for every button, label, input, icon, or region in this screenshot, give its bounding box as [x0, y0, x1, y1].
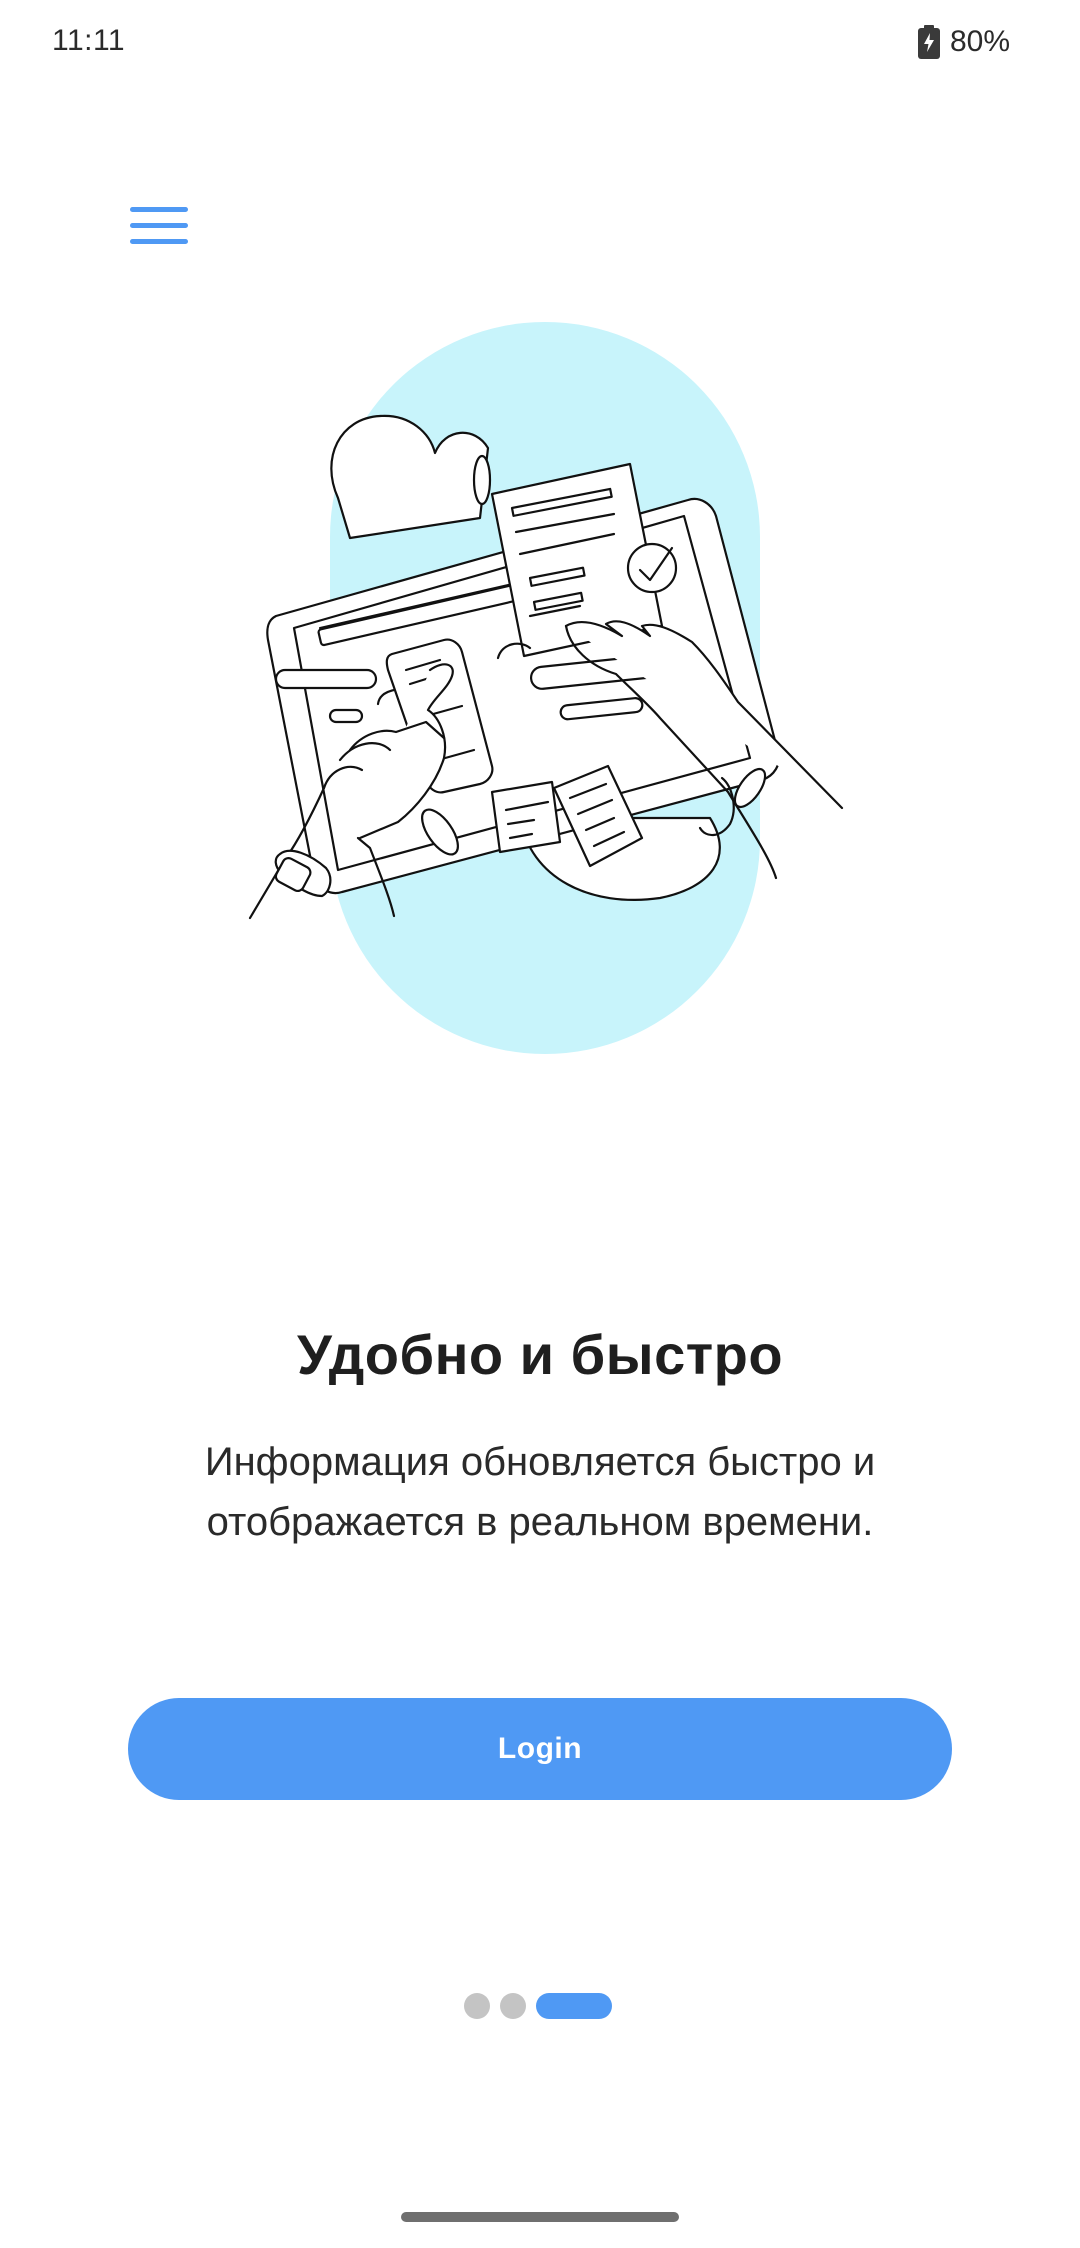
battery-charging-icon [917, 25, 940, 59]
page-dot-3-active[interactable] [536, 1993, 612, 2019]
battery-status: 80% [917, 24, 1010, 60]
login-button[interactable]: Login [128, 1698, 952, 1800]
hands-with-documents-illustration [248, 322, 844, 1054]
slide-title: Удобно и быстро [296, 1323, 784, 1386]
page-dot-1[interactable] [464, 1993, 490, 2019]
home-gesture-bar[interactable] [401, 2212, 679, 2222]
hamburger-menu-icon-line-middle [130, 223, 188, 228]
hamburger-menu-icon-line-top [130, 207, 188, 212]
status-bar: 11:11 80% [0, 0, 1080, 90]
battery-percent: 80% [949, 25, 1010, 58]
hamburger-menu-icon-line-bottom [130, 239, 188, 244]
page-dot-2[interactable] [500, 1993, 526, 2019]
status-time: 11:11 [52, 24, 126, 57]
slide-description: Информация обновляется быстро и отобража… [204, 1440, 876, 1544]
menu-button[interactable] [120, 196, 196, 260]
page-indicator [464, 1993, 612, 2019]
